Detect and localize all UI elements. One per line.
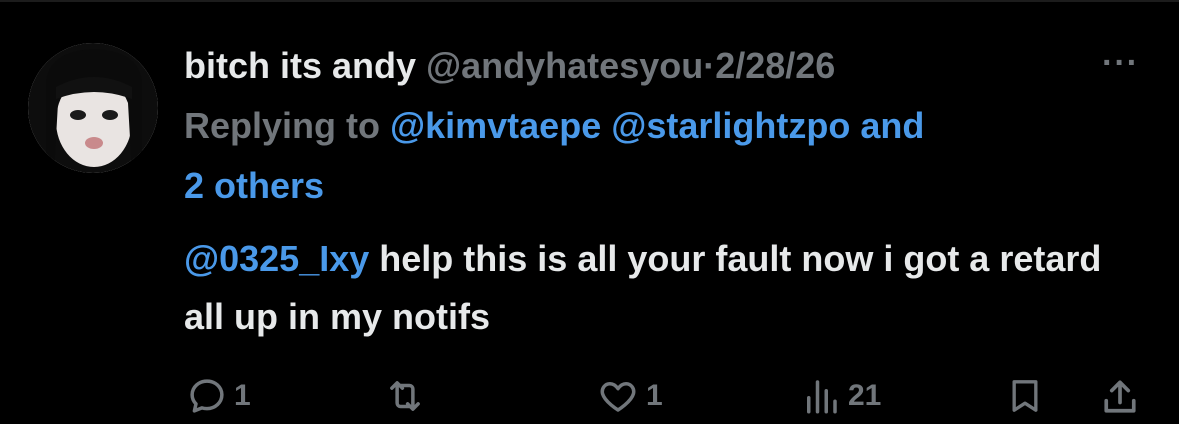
- heart-icon: [600, 382, 636, 412]
- bookmark-icon: [1012, 380, 1038, 412]
- views-count: 21: [848, 379, 882, 412]
- replying-prefix: Replying to: [184, 105, 380, 146]
- reply-mention-link[interactable]: @kimvtaepe: [390, 105, 601, 146]
- bookmark-button[interactable]: [1005, 375, 1045, 417]
- tweet-date[interactable]: 2/28/26: [715, 45, 835, 86]
- reply-mention-link[interactable]: @starlightzpo: [611, 105, 850, 146]
- reply-button[interactable]: 1: [186, 375, 251, 417]
- display-name[interactable]: bitch its andy: [184, 45, 416, 86]
- retweet-icon: [390, 381, 420, 411]
- avatar-image: [28, 43, 158, 173]
- tweet-text: @0325_Ixy help this is all your fault no…: [184, 230, 1124, 346]
- body-mention-link[interactable]: @0325_Ixy: [184, 238, 369, 279]
- reply-icon: [190, 379, 224, 413]
- replying-to: Replying to @kimvtaepe @starlightzpo and…: [184, 96, 1144, 216]
- tweet-header: bitch its andy @andyhatesyou·2/28/26: [184, 38, 1144, 94]
- user-handle[interactable]: @andyhatesyou: [426, 45, 703, 86]
- views-chart-icon: [807, 380, 837, 414]
- replying-others-link[interactable]: 2 others: [184, 165, 324, 206]
- tweet[interactable]: ··· bitch its andy @andyhatesyou·2/28/26…: [0, 0, 1179, 424]
- share-button[interactable]: [1098, 375, 1142, 419]
- avatar[interactable]: [28, 43, 158, 173]
- views-button[interactable]: 21: [800, 375, 881, 417]
- reply-count: 1: [234, 379, 251, 412]
- replying-and[interactable]: and: [860, 105, 924, 146]
- share-icon: [1104, 380, 1136, 413]
- like-button[interactable]: 1: [596, 375, 663, 417]
- separator-dot: ·: [703, 45, 716, 86]
- action-bar: 1 1 21: [0, 375, 1179, 419]
- like-count: 1: [646, 379, 663, 412]
- retweet-button[interactable]: [383, 375, 433, 417]
